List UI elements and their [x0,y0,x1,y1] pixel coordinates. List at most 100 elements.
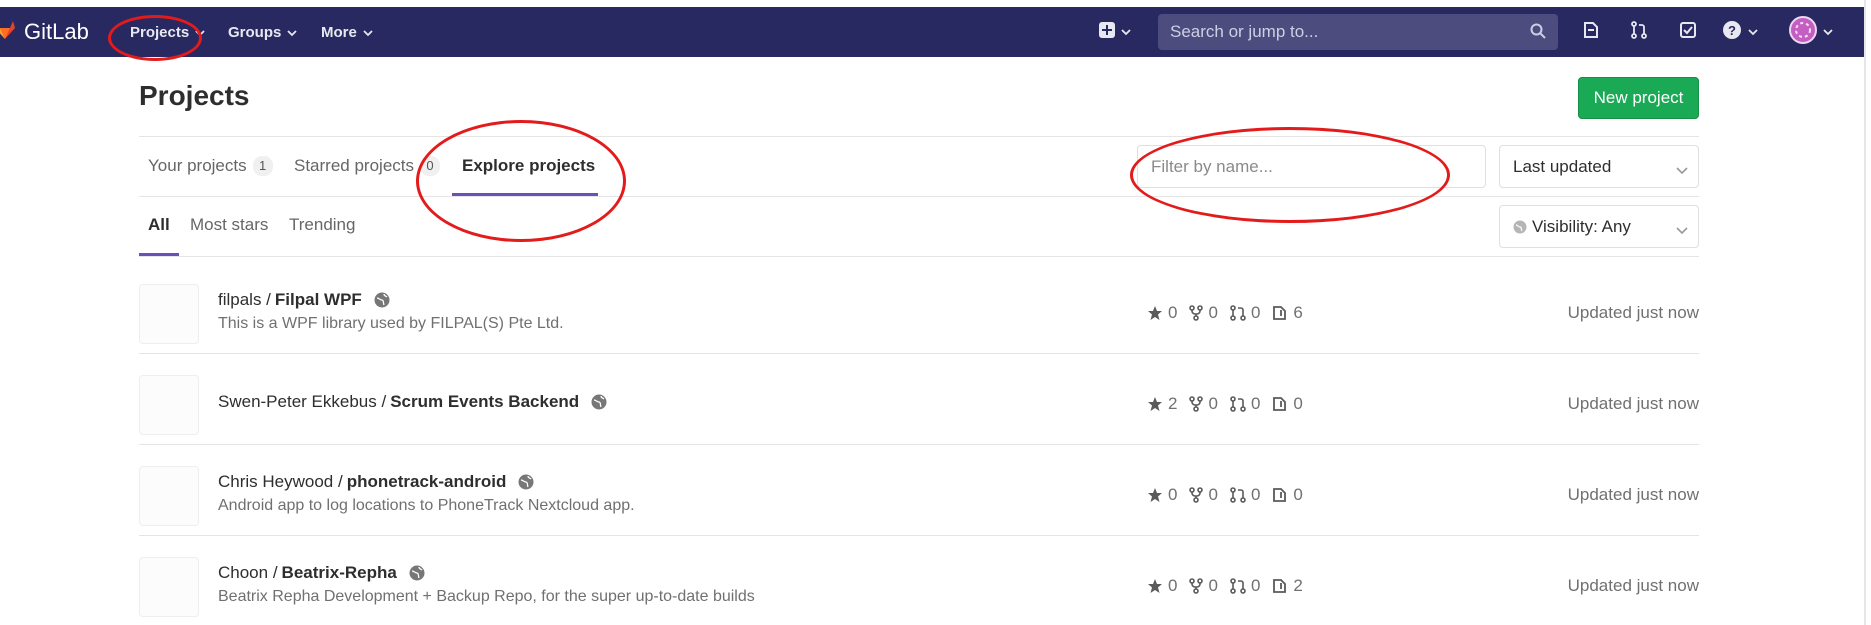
project-row[interactable]: Chris Heywood / phonetrack-android Andro… [139,445,1699,536]
subtab-most-stars[interactable]: Most stars [190,215,268,235]
project-avatar[interactable] [139,466,199,526]
global-search[interactable] [1158,14,1558,50]
project-avatar[interactable] [139,557,199,617]
fork-icon [1189,487,1204,503]
subtab-trending[interactable]: Trending [289,215,355,235]
star-icon [1148,579,1162,593]
nav-groups[interactable]: Groups [228,7,297,57]
merge-requests-stat[interactable]: 0 [1230,485,1260,505]
sort-value: Last updated [1513,156,1612,176]
forks-count: 0 [1208,303,1218,322]
stars-count: 2 [1168,394,1178,413]
globe-icon [374,292,390,308]
project-row[interactable]: Swen-Peter Ekkebus / Scrum Events Backen… [139,354,1699,445]
stars-count: 0 [1168,576,1178,595]
issues-icon [1273,397,1287,411]
new-project-button[interactable]: New project [1578,77,1699,119]
project-title-link[interactable]: Choon / Beatrix-Repha [218,563,425,583]
forks-stat[interactable]: 0 [1189,485,1218,505]
brand-name: GitLab [24,19,89,44]
project-title-link[interactable]: filpals / Filpal WPF [218,290,390,310]
fork-icon [1189,396,1204,412]
chevron-down-icon [363,24,373,41]
globe-icon [1513,220,1527,234]
stars-stat[interactable]: 0 [1147,303,1177,323]
tab-label: Your projects [148,156,247,175]
updated-timestamp: Updated just now [1567,394,1699,413]
nav-groups-label: Groups [228,23,282,41]
project-stats: 2 0 0 0 [1147,394,1315,414]
new-dropdown-button[interactable] [1099,7,1131,57]
divider [139,196,1699,197]
merge-requests-button[interactable] [1630,7,1648,57]
project-title-link[interactable]: Chris Heywood / phonetrack-android [218,472,534,492]
project-stats: 0 0 0 2 [1147,576,1315,596]
project-row[interactable]: filpals / Filpal WPF This is a WPF libra… [139,263,1699,354]
merge-request-icon [1630,20,1648,44]
issues-count: 0 [1293,394,1303,413]
chevron-down-icon [1823,23,1833,41]
sort-dropdown[interactable]: Last updated [1499,145,1699,188]
search-input[interactable] [1170,22,1510,42]
chevron-down-icon [1676,220,1688,240]
issues-icon [1273,306,1287,320]
updated-timestamp: Updated just now [1567,303,1699,322]
star-icon [1148,397,1162,411]
nav-more-label: More [321,23,357,41]
divider [139,256,1699,257]
issues-icon [1273,488,1287,502]
issues-stat[interactable]: 6 [1272,303,1303,323]
subtab-all[interactable]: All [148,215,170,235]
divider [139,136,1699,137]
stars-stat[interactable]: 2 [1147,394,1177,414]
updated-timestamp: Updated just now [1567,576,1699,595]
user-menu-button[interactable] [1789,7,1833,57]
forks-stat[interactable]: 0 [1189,576,1218,596]
issues-count: 0 [1293,485,1303,504]
annotation-circle-filter [1130,127,1450,223]
project-stats: 0 0 0 6 [1147,303,1315,323]
merge-requests-stat[interactable]: 0 [1230,394,1260,414]
star-icon [1148,488,1162,502]
issues-button[interactable] [1582,7,1600,57]
visibility-dropdown[interactable]: Visibility: Any [1499,205,1699,248]
tab-your-projects[interactable]: Your projects 1 [148,156,273,176]
issues-stat[interactable]: 2 [1272,576,1303,596]
search-icon [1530,23,1546,44]
issues-icon [1582,21,1600,44]
chevron-down-icon [1676,160,1688,180]
project-description: Android app to log locations to PhoneTra… [218,497,635,514]
brand[interactable]: GitLab [0,7,89,57]
project-avatar[interactable] [139,375,199,435]
merge-request-icon [1230,305,1246,321]
fork-icon [1189,578,1204,594]
nav-more[interactable]: More [321,7,373,57]
issues-stat[interactable]: 0 [1272,485,1303,505]
stars-stat[interactable]: 0 [1147,485,1177,505]
merge-requests-count: 0 [1250,303,1261,322]
merge-requests-count: 0 [1250,394,1261,413]
project-name: phonetrack-android [346,472,507,491]
stars-count: 0 [1168,303,1178,322]
todos-button[interactable] [1679,7,1697,57]
project-description: This is a WPF library used by FILPAL(S) … [218,315,564,332]
stars-stat[interactable]: 0 [1147,576,1177,596]
merge-requests-stat[interactable]: 0 [1230,303,1260,323]
merge-request-icon [1230,396,1246,412]
project-avatar[interactable] [139,284,199,344]
fork-icon [1189,305,1204,321]
forks-count: 0 [1208,485,1218,504]
merge-requests-count: 0 [1250,576,1261,595]
issues-count: 2 [1293,576,1303,595]
project-row[interactable]: Choon / Beatrix-Repha Beatrix Repha Deve… [139,536,1699,625]
issues-stat[interactable]: 0 [1272,394,1303,414]
updated-timestamp: Updated just now [1567,485,1699,504]
merge-requests-stat[interactable]: 0 [1230,576,1260,596]
project-title-link[interactable]: Swen-Peter Ekkebus / Scrum Events Backen… [218,392,607,412]
merge-requests-count: 0 [1250,485,1261,504]
help-button[interactable]: ? [1722,7,1758,57]
forks-stat[interactable]: 0 [1189,303,1218,323]
forks-stat[interactable]: 0 [1189,394,1218,414]
project-description: Beatrix Repha Development + Backup Repo,… [218,588,755,605]
checkbox-icon [1679,21,1697,44]
